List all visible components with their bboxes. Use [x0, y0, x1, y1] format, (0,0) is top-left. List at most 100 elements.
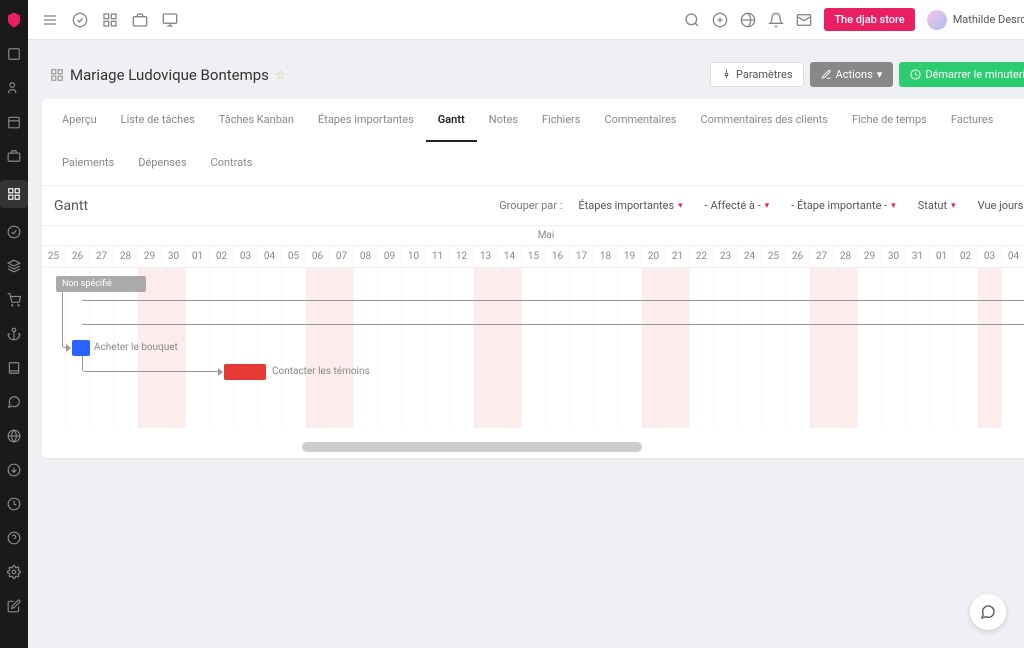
caret-icon: ▾	[765, 201, 770, 211]
monitor-icon[interactable]	[162, 12, 178, 28]
day-cell: 02	[954, 246, 978, 268]
caret-icon: ▾	[951, 201, 956, 211]
day-cell: 21	[666, 246, 690, 268]
gantt-toolbar: Gantt Grouper par : Étapes importantes▾ …	[42, 186, 1024, 226]
chat-icon[interactable]	[4, 392, 24, 412]
tab-étapes-importantes[interactable]: Étapes importantes	[306, 99, 426, 142]
anchor-icon[interactable]	[4, 324, 24, 344]
settings-label: Paramètres	[736, 68, 793, 81]
tab-factures[interactable]: Factures	[939, 99, 1005, 142]
day-cell: 13	[474, 246, 498, 268]
day-cell: 28	[114, 246, 138, 268]
timer-button[interactable]: Démarrer le minuterie	[899, 62, 1024, 87]
day-cell: 01	[186, 246, 210, 268]
tab-liste-de-tâches[interactable]: Liste de tâches	[109, 99, 207, 142]
check-icon[interactable]	[4, 222, 24, 242]
tab-tâches-kanban[interactable]: Tâches Kanban	[207, 99, 306, 142]
days-row: 2526272829300102030405060708091011121314…	[42, 246, 1024, 268]
day-cell: 30	[882, 246, 906, 268]
package-icon[interactable]	[132, 12, 148, 28]
page-title: Mariage Ludovique Bontemps	[70, 66, 269, 84]
caret-icon: ▾	[891, 201, 896, 211]
edit-icon[interactable]	[4, 596, 24, 616]
star-icon[interactable]: ☆	[275, 68, 286, 82]
users-icon[interactable]	[4, 78, 24, 98]
label-task1: Acheter le bouquet	[94, 342, 178, 353]
page-header: Mariage Ludovique Bontemps ☆ Paramètres …	[42, 54, 1024, 99]
project-icon	[50, 68, 64, 82]
layers-icon[interactable]	[4, 256, 24, 276]
day-cell: 27	[810, 246, 834, 268]
gantt-chart[interactable]: Mai 252627282930010203040506070809101112…	[42, 226, 1024, 458]
tab-notes[interactable]: Notes	[477, 99, 530, 142]
calendar-icon[interactable]	[4, 112, 24, 132]
tab-aperçu[interactable]: Aperçu	[50, 99, 109, 142]
bar-task1[interactable]	[72, 340, 90, 356]
filter-milestone[interactable]: Étapes importantes▾	[572, 196, 688, 215]
group-by-label: Grouper par :	[499, 199, 562, 212]
day-cell: 22	[690, 246, 714, 268]
briefcase-icon[interactable]	[4, 146, 24, 166]
actions-button[interactable]: Actions ▾	[810, 62, 894, 87]
settings-button[interactable]: Paramètres	[710, 62, 804, 87]
bar-unspecified[interactable]: Non spécifié	[56, 276, 146, 292]
projects-icon[interactable]	[0, 180, 28, 208]
day-cell: 20	[642, 246, 666, 268]
tab-paiements[interactable]: Paiements	[50, 142, 126, 185]
day-cell: 11	[426, 246, 450, 268]
day-cell: 16	[546, 246, 570, 268]
dashboard-icon[interactable]	[4, 44, 24, 64]
timer-label: Démarrer le minuterie	[925, 68, 1024, 81]
search-icon[interactable]	[684, 12, 700, 28]
day-cell: 04	[258, 246, 282, 268]
tab-dépenses[interactable]: Dépenses	[126, 142, 198, 185]
user-menu[interactable]: Mathilde Desroches	[927, 10, 1024, 30]
store-button[interactable]: The djab store	[824, 8, 914, 31]
tab-fichiers[interactable]: Fichiers	[530, 99, 592, 142]
clock-icon[interactable]	[4, 494, 24, 514]
day-cell: 10	[402, 246, 426, 268]
add-icon[interactable]	[712, 12, 728, 28]
check-circle-icon[interactable]	[72, 12, 88, 28]
day-cell: 25	[42, 246, 66, 268]
tab-gantt[interactable]: Gantt	[426, 99, 477, 142]
settings-icon[interactable]	[4, 562, 24, 582]
filter-view[interactable]: Vue jours▾	[972, 196, 1024, 215]
filter-assignee[interactable]: - Affecté à -▾	[699, 196, 776, 215]
language-icon[interactable]	[740, 12, 756, 28]
day-cell: 12	[450, 246, 474, 268]
tabs: AperçuListe de tâchesTâches KanbanÉtapes…	[42, 99, 1024, 186]
tab-commentaires[interactable]: Commentaires	[592, 99, 688, 142]
day-cell: 07	[330, 246, 354, 268]
mail-icon[interactable]	[796, 12, 812, 28]
bar-task2[interactable]	[224, 364, 266, 380]
filter-status[interactable]: Statut▾	[912, 196, 962, 215]
day-cell: 06	[306, 246, 330, 268]
day-cell: 01	[930, 246, 954, 268]
label-task2: Contacter les témoins	[272, 366, 370, 377]
chat-fab[interactable]	[970, 594, 1006, 630]
day-cell: 03	[978, 246, 1002, 268]
logo-icon[interactable]	[4, 10, 24, 30]
menu-icon[interactable]	[42, 12, 58, 28]
import-icon[interactable]	[4, 460, 24, 480]
tab-commentaires-des-clients[interactable]: Commentaires des clients	[688, 99, 840, 142]
tab-fiche-de-temps[interactable]: Fiche de temps	[840, 99, 939, 142]
cart-icon[interactable]	[4, 290, 24, 310]
day-cell: 14	[498, 246, 522, 268]
book-icon[interactable]	[4, 358, 24, 378]
scrollbar-thumb[interactable]	[302, 442, 642, 452]
day-cell: 27	[90, 246, 114, 268]
globe-icon[interactable]	[4, 426, 24, 446]
bell-icon[interactable]	[768, 12, 784, 28]
help-icon[interactable]	[4, 528, 24, 548]
day-cell: 17	[570, 246, 594, 268]
tab-contrats[interactable]: Contrats	[199, 142, 265, 185]
month-label: Mai	[42, 226, 1024, 246]
grid-icon[interactable]	[102, 12, 118, 28]
day-cell: 18	[594, 246, 618, 268]
filter-stage[interactable]: - Étape importante -▾	[785, 196, 902, 215]
day-cell: 19	[618, 246, 642, 268]
day-cell: 05	[282, 246, 306, 268]
chevron-down-icon: ▾	[877, 68, 883, 81]
